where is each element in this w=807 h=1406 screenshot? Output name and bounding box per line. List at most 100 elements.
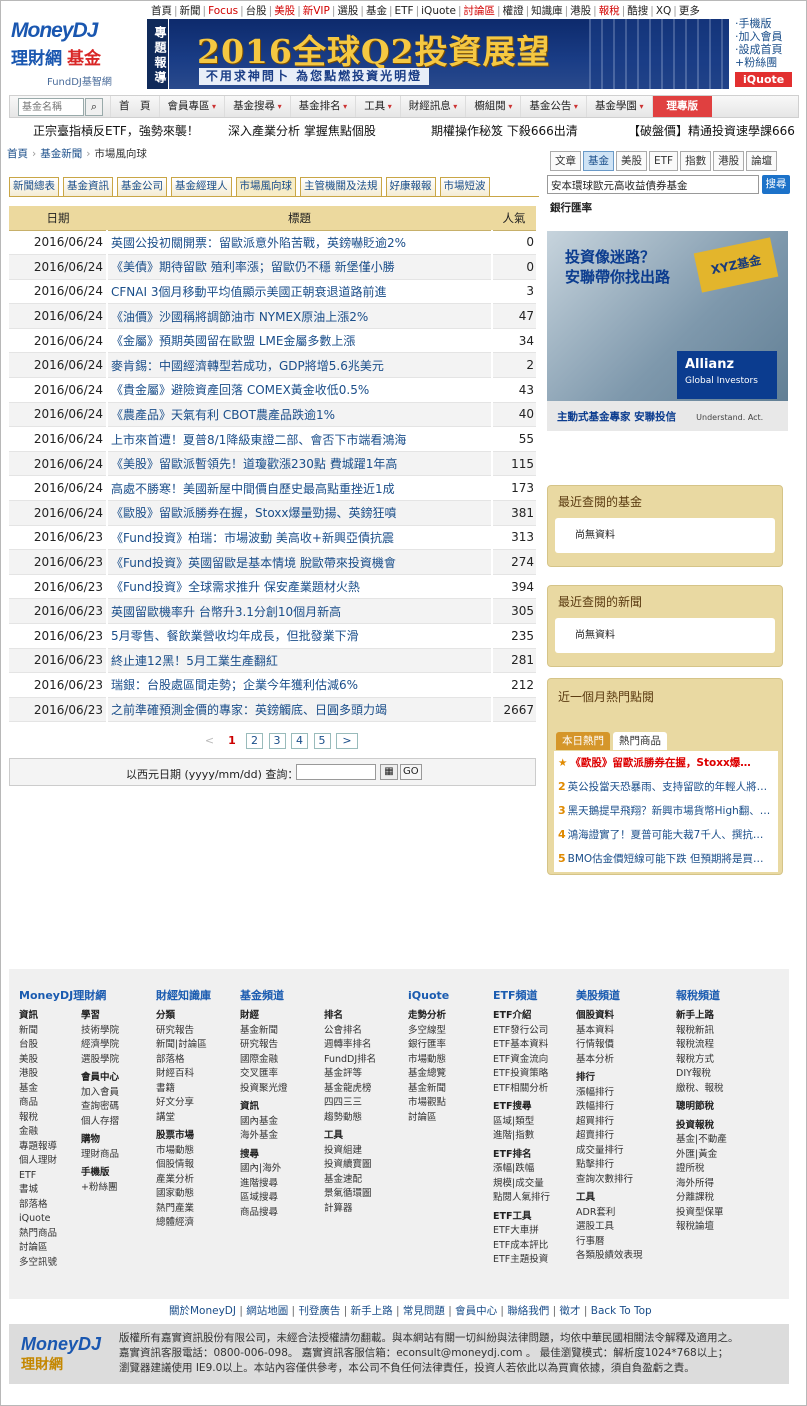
menu-item-advisor[interactable]: 理專版 <box>651 96 712 117</box>
tab-5[interactable]: 主管機關及法規 <box>300 177 382 196</box>
footer-link[interactable]: 投資型保單 <box>676 1206 727 1221</box>
footer-link[interactable]: ETF主題投資 <box>493 1253 550 1268</box>
topnav-link[interactable]: 酷搜 <box>627 5 648 17</box>
footer-link[interactable]: ETF相關分析 <box>493 1082 550 1097</box>
row-title[interactable]: 上市來首遭！夏普8/1降級東證二部、會否下市端看鴻海 <box>106 426 493 452</box>
topnav-link[interactable]: Focus <box>208 5 238 17</box>
footer-link[interactable]: ETF發行公司 <box>493 1024 550 1039</box>
tab-2[interactable]: 基金公司 <box>117 177 167 196</box>
row-title[interactable]: 《歐股》留歐派勝券在握，Stoxx爆量勁揚、英鎊狂噴 <box>106 500 493 526</box>
footer-link[interactable]: 財經百科 <box>156 1067 211 1082</box>
row-title[interactable]: 高處不勝寒！美國新屋中間價自歷史最高點重挫近1成 <box>106 475 493 502</box>
footer-link[interactable]: 投資組建 <box>324 1144 376 1159</box>
footer-link[interactable]: 新聞|討論區 <box>156 1038 211 1053</box>
footer-bottom-link[interactable]: 常見問題 <box>403 1305 445 1317</box>
promo-banner[interactable]: 2016全球Q2投資展望 不用求神問卜 為您點燃投資光明燈 <box>169 19 729 89</box>
ticker-item[interactable]: 【破盤價】精通投資速學課666 <box>628 122 795 139</box>
footer-link[interactable]: 國家動態 <box>156 1187 211 1202</box>
topnav-link[interactable]: ETF <box>395 5 414 17</box>
row-title[interactable]: 《油價》沙國稱將調節油市 NYMEX原油上漲2% <box>106 303 493 329</box>
breadcrumb-fund-news[interactable]: 基金新聞 <box>40 148 82 160</box>
page-link[interactable]: 5 <box>313 733 331 749</box>
menu-item[interactable]: 工具 <box>355 96 400 117</box>
footer-link[interactable]: ETF大車拼 <box>493 1224 550 1239</box>
bank-rate-link[interactable]: 銀行匯率 <box>550 200 592 215</box>
footer-col-title[interactable]: iQuote <box>408 989 449 1003</box>
footer-link[interactable]: 研究報告 <box>240 1038 288 1053</box>
footer-link[interactable]: 交叉匯率 <box>240 1067 288 1082</box>
row-title[interactable]: 之前準確預測金價的專家：英鎊觸底、日圓多頭力竭 <box>106 697 493 723</box>
mobile-link[interactable]: ‧手機版 <box>735 17 792 30</box>
footer-link[interactable]: 選股工具 <box>576 1220 643 1235</box>
row-title[interactable]: 《Fund投資》全球需求推升 保安產業題材火熱 <box>106 574 493 600</box>
footer-link[interactable]: ETF投資策略 <box>493 1067 550 1082</box>
footer-link[interactable]: 講堂 <box>156 1111 211 1126</box>
menu-item[interactable]: 首 頁 <box>110 96 159 117</box>
tab-4[interactable]: 市場風向球 <box>235 177 296 196</box>
footer-link[interactable]: 報稅新訊 <box>676 1024 727 1039</box>
footer-link[interactable]: 基金新聞 <box>240 1024 288 1039</box>
footer-col-title[interactable]: 財經知識庫 <box>156 989 211 1003</box>
footer-bottom-link[interactable]: 關於MoneyDJ <box>169 1305 236 1317</box>
row-title[interactable]: 《美債》期待留歐 殖利率漲；留歐仍不穩 新堡僅小勝 <box>106 254 493 280</box>
topnav-link[interactable]: iQuote <box>421 5 456 17</box>
hot-item[interactable]: 2 英公投當天恐暴雨、支持留歐的年輕人將… <box>554 775 778 799</box>
row-title[interactable]: 英國留歐機率升 台幣升3.1分創10個月新高 <box>106 598 493 624</box>
topnav-link[interactable]: 知識庫 <box>531 5 563 17</box>
row-title[interactable]: 終止連12黑！5月工業生產翻紅 <box>106 648 493 674</box>
footer-link[interactable]: 基金速配 <box>324 1173 376 1188</box>
row-title[interactable]: 《Fund投資》柏瑞：市場波動 美高收+新興亞債抗震 <box>106 525 493 551</box>
footer-bottom-link[interactable]: 徵才 <box>560 1305 581 1317</box>
page-link[interactable]: 4 <box>291 733 308 749</box>
footer-link[interactable]: 景氣循環圖 <box>324 1187 376 1202</box>
footer-link[interactable]: 總體經濟 <box>156 1216 211 1231</box>
row-title[interactable]: 5月零售、餐飲業營收均年成長，但批發業下滑 <box>106 623 493 649</box>
menu-item[interactable]: 基金搜尋 <box>224 96 290 117</box>
footer-link[interactable]: 加入會員 <box>81 1086 119 1101</box>
row-title[interactable]: 《農產品》天氣有利 CBOT農產品跌逾1% <box>106 402 493 428</box>
footer-link[interactable]: 基金|不動產 <box>676 1133 727 1148</box>
fund-search-input[interactable] <box>18 98 84 116</box>
footer-link[interactable]: 熱門產業 <box>156 1202 211 1217</box>
footer-link[interactable]: 多空線型 <box>408 1024 449 1039</box>
right-tab[interactable]: 美股 <box>616 151 647 171</box>
footer-link[interactable]: 報稅論壇 <box>676 1220 727 1235</box>
footer-link[interactable]: 區域|類型 <box>493 1115 550 1130</box>
footer-link[interactable]: ADR套利 <box>576 1206 643 1221</box>
footer-link[interactable]: 銀行匯率 <box>408 1038 449 1053</box>
footer-link[interactable]: 國內|海外 <box>240 1162 288 1177</box>
footer-link[interactable]: 外匯|黃金 <box>676 1148 727 1163</box>
right-tab[interactable]: 港股 <box>713 151 745 171</box>
row-title[interactable]: CFNAI 3個月移動平均值顯示美國正朝衰退道路前進 <box>106 279 493 305</box>
topnav-link[interactable]: 美股 <box>274 5 295 17</box>
footer-link[interactable]: 基本資料 <box>576 1024 643 1039</box>
footer-link[interactable]: 基金龍虎榜 <box>324 1082 376 1097</box>
join-member-link[interactable]: ‧加入會員 <box>735 30 792 43</box>
tab-6[interactable]: 好康報報 <box>385 177 436 196</box>
right-tab[interactable]: 論壇 <box>746 151 778 171</box>
footer-link[interactable]: 好文分享 <box>156 1096 211 1111</box>
footer-link[interactable]: 點閱人氣排行 <box>493 1191 550 1206</box>
footer-link[interactable]: 市場觀點 <box>408 1096 449 1111</box>
topnav-link[interactable]: 新聞 <box>180 5 201 17</box>
footer-link[interactable]: 基金新聞 <box>408 1082 449 1097</box>
row-title[interactable]: 《金屬》預期英國留在歐盟 LME金屬多數上漲 <box>106 328 493 354</box>
row-title[interactable]: 《美股》留歐派暫領先！道瓊歡漲230點 費城躍1年高 <box>106 451 493 477</box>
footer-link[interactable]: 查詢次數排行 <box>576 1173 643 1188</box>
row-title[interactable]: 《貴金屬》避險資產回落 COMEX黃金收低0.5% <box>106 377 493 403</box>
site-logo[interactable]: MoneyDJ 理財網 基金 FundDJ基智網 <box>11 19 139 89</box>
footer-col-title[interactable]: 美股頻道 <box>576 989 643 1003</box>
footer-link[interactable]: 投資聚光燈 <box>240 1082 288 1097</box>
topnav-link[interactable]: XQ <box>656 5 671 17</box>
fans-link[interactable]: +粉絲團 <box>735 56 792 69</box>
footer-link[interactable]: 商品搜尋 <box>240 1206 288 1221</box>
row-title[interactable]: 英國公投初關開票：留歐派意外陷苦戰，英鎊嚇貶逾2% <box>106 230 493 256</box>
footer-link[interactable]: 國際金融 <box>240 1053 288 1068</box>
row-title[interactable]: 瑞銀：台股處區間走勢；企業今年獲利估減6% <box>106 672 493 698</box>
menu-item[interactable]: 基金公告 <box>520 96 586 117</box>
footer-link[interactable]: 基金評等 <box>324 1067 376 1082</box>
topnav-link[interactable]: 台股 <box>246 5 267 17</box>
footer-link[interactable]: 進階|指數 <box>493 1129 550 1144</box>
footer-link[interactable]: 基金總覽 <box>408 1067 449 1082</box>
footer-link[interactable]: 成交量排行 <box>576 1144 643 1159</box>
